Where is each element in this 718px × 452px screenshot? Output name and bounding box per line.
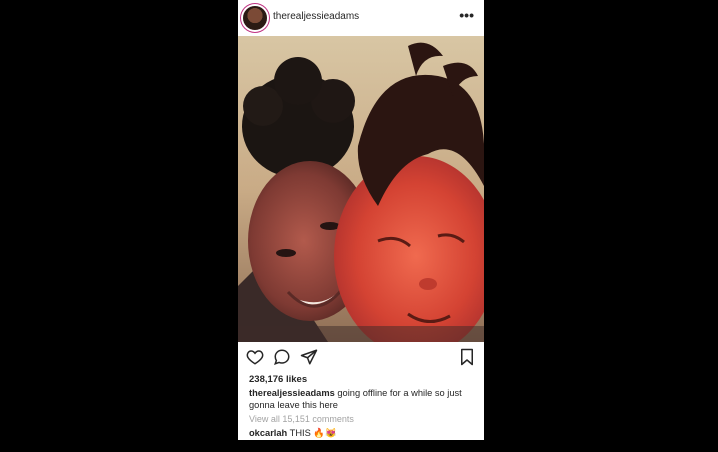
post-photo	[238, 36, 484, 342]
comment-icon[interactable]	[273, 348, 291, 366]
share-icon[interactable]	[300, 348, 318, 366]
comment-item: okcarlah THIS 🔥😻	[249, 428, 337, 439]
caption-username[interactable]: therealjessieadams	[249, 388, 335, 398]
post-header: therealjessieadams •••	[238, 0, 484, 36]
instagram-post: therealjessieadams ••• 238,176 likes the…	[238, 0, 484, 440]
post-actions	[238, 342, 484, 372]
view-all-comments-link[interactable]: View all 15,151 comments	[249, 414, 354, 424]
post-caption: therealjessieadams going offline for a w…	[249, 388, 475, 411]
comment-username[interactable]: okcarlah	[249, 428, 287, 438]
avatar[interactable]	[243, 6, 267, 30]
post-username[interactable]: therealjessieadams	[273, 11, 359, 22]
heart-icon[interactable]	[246, 348, 264, 366]
more-horizontal-icon[interactable]: •••	[459, 8, 474, 22]
comment-text: THIS 🔥😻	[287, 428, 337, 438]
bookmark-icon[interactable]	[458, 348, 476, 366]
likes-count[interactable]: 238,176 likes	[249, 374, 307, 385]
